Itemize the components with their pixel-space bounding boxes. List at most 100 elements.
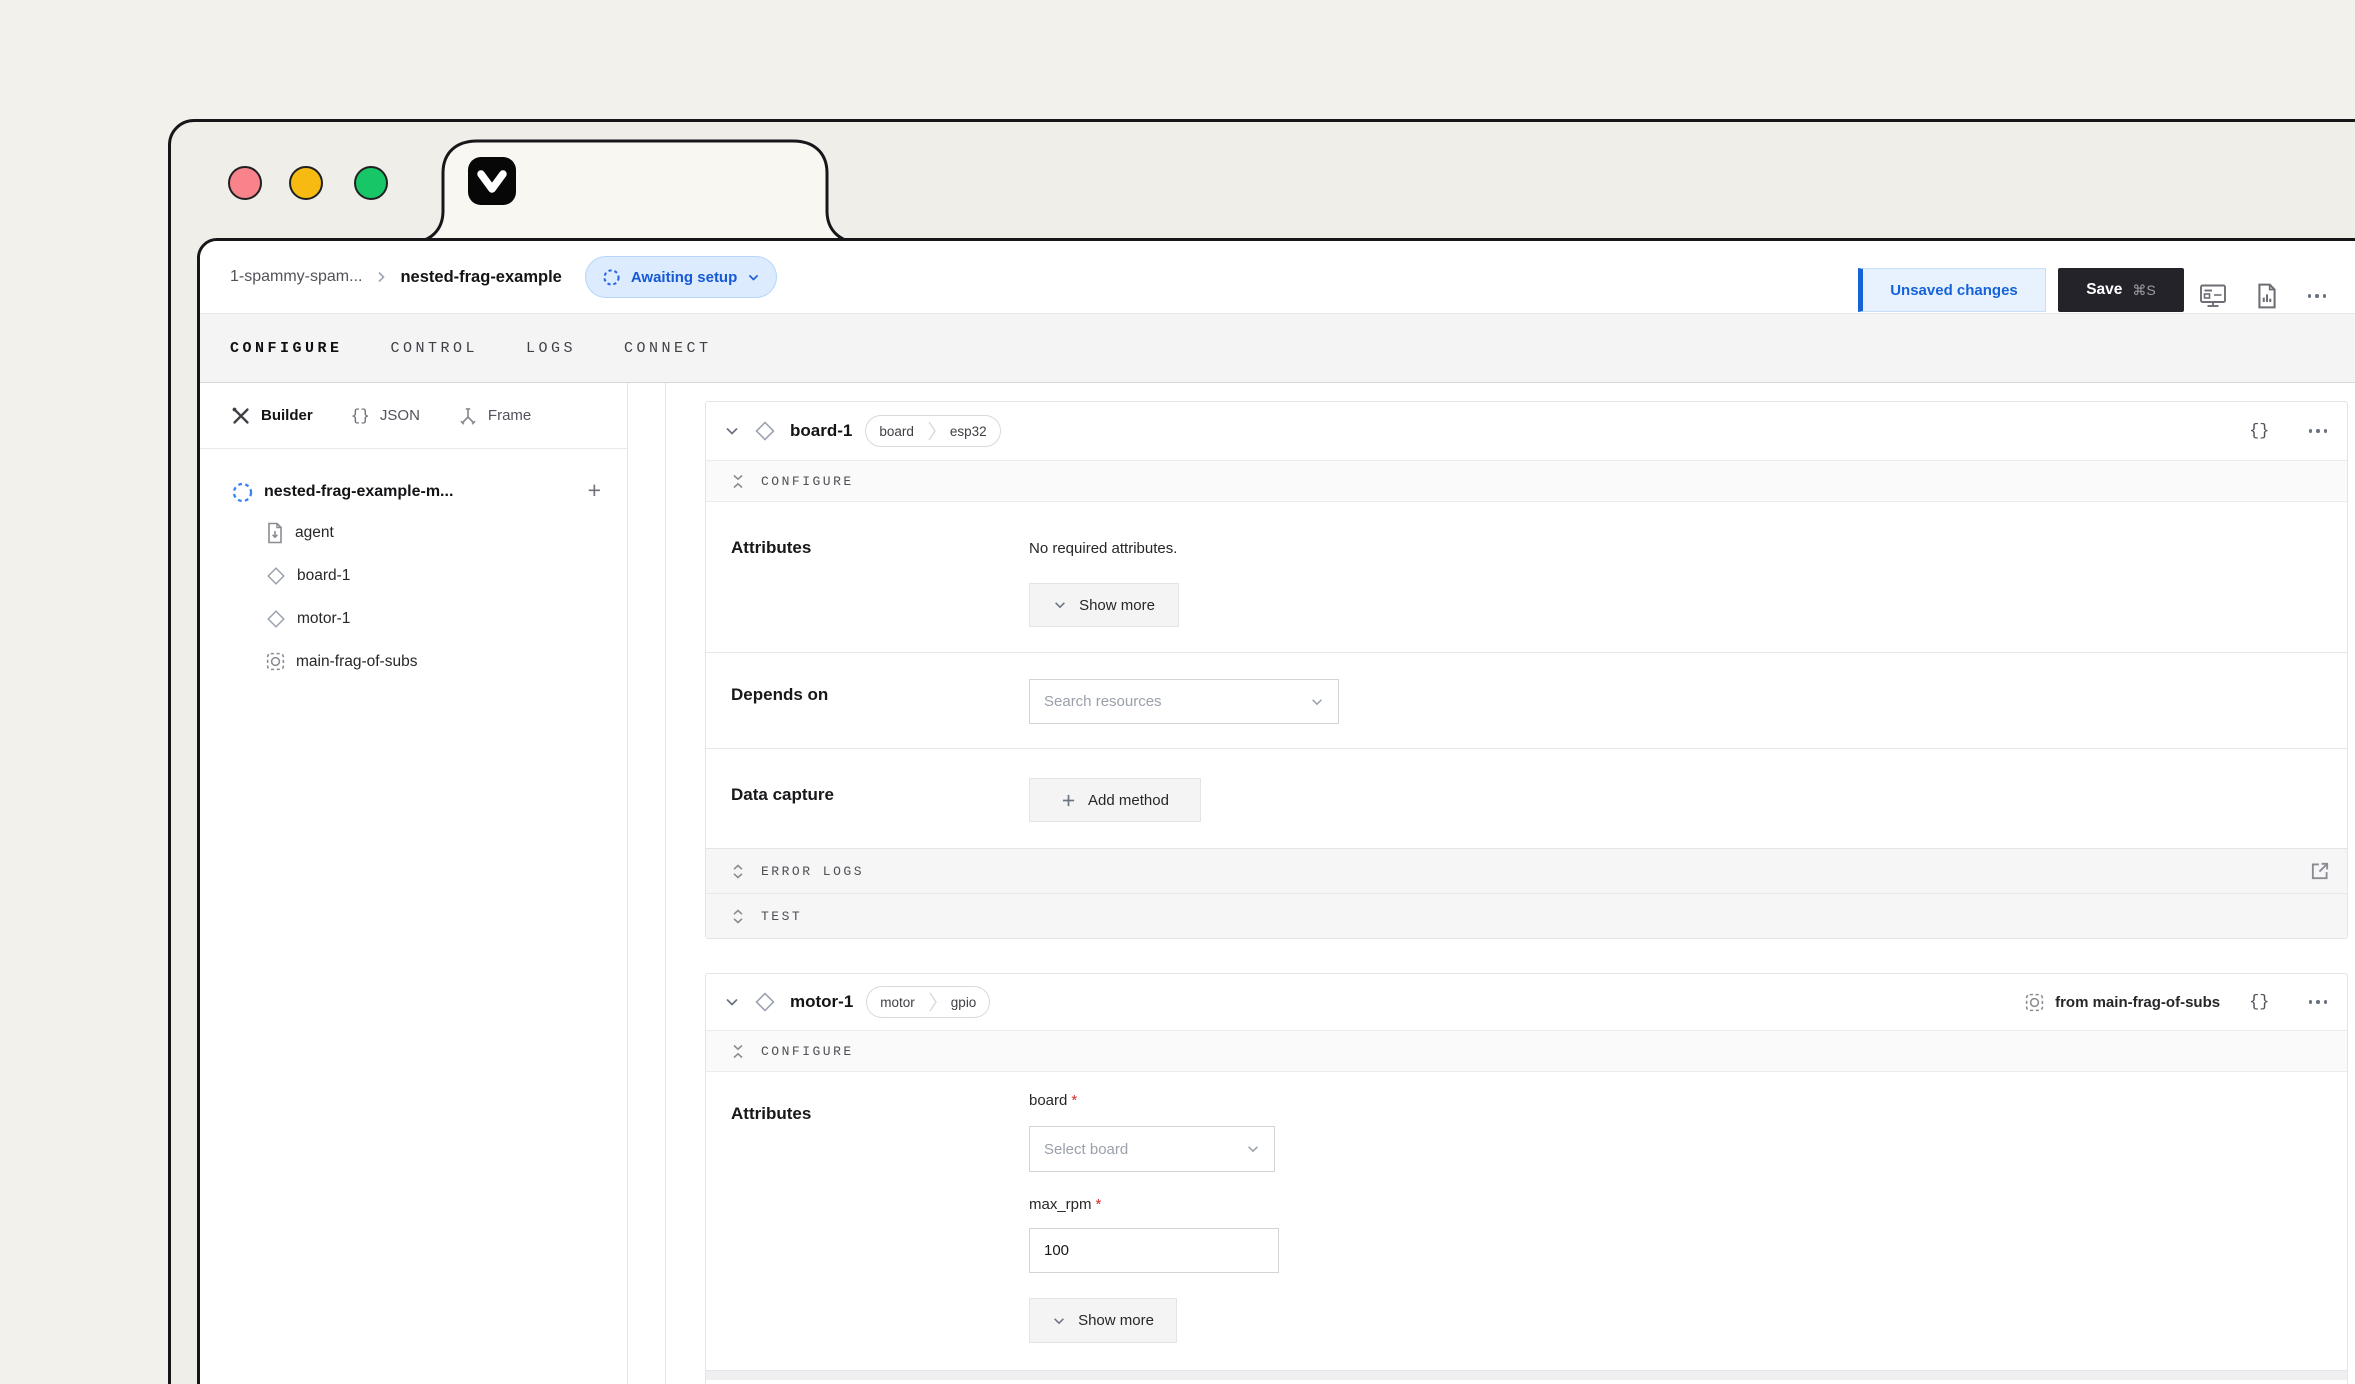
braces-icon: {} [351, 407, 370, 425]
field-label-text: max_rpm [1029, 1196, 1092, 1213]
monitor-icon [2199, 283, 2227, 309]
tree-item-label: main-frag-of-subs [296, 653, 417, 671]
motor-json-icon[interactable]: {} [2249, 993, 2269, 1012]
unfold-more-icon [731, 909, 745, 924]
error-logs-section-label: ERROR LOGS [761, 864, 864, 879]
viam-logo-icon [468, 157, 516, 205]
board-card-title: board-1 [790, 421, 852, 441]
board-show-more-button[interactable]: Show more [1029, 583, 1179, 627]
chevron-down-icon [1053, 598, 1067, 612]
max-rpm-input[interactable] [1029, 1228, 1279, 1273]
diamond-icon [265, 565, 287, 587]
collapse-chevron-icon[interactable] [724, 423, 740, 439]
diamond-icon [265, 608, 287, 630]
traffic-light-zoom[interactable] [354, 166, 388, 200]
board-configure-section-header[interactable]: CONFIGURE [706, 460, 2347, 502]
awaiting-dashed-circle-icon [602, 268, 621, 287]
chevron-down-icon [1310, 695, 1324, 709]
tab-connect[interactable]: CONNECT [624, 340, 712, 357]
motor-attributes-section: Attributes board* Select board max_rpm* [706, 1072, 2347, 1370]
resource-tree: nested-frag-example-m... + agent board-1 [200, 449, 627, 683]
board-field-label: board* [1029, 1092, 1077, 1109]
board-more-menu-icon[interactable] [2309, 429, 2328, 433]
resource-type-tag: motor [867, 995, 928, 1010]
sidebar-resize-gutter[interactable] [628, 383, 666, 1384]
view-toggle-frame[interactable]: Frame [458, 406, 531, 426]
breadcrumb-current: nested-frag-example [400, 268, 561, 287]
show-more-label: Show more [1079, 597, 1155, 614]
traffic-light-close[interactable] [228, 166, 262, 200]
pill-divider-icon [928, 991, 938, 1013]
view-toggle-label: Frame [488, 407, 531, 424]
resource-type-tag: board [866, 424, 927, 439]
chevron-down-icon [1246, 1142, 1260, 1156]
add-resource-button[interactable]: + [588, 477, 601, 504]
board-type-model-pill: board esp32 [865, 415, 1000, 447]
required-asterisk: * [1096, 1196, 1102, 1213]
required-asterisk: * [1071, 1092, 1077, 1109]
tree-item-main-frag-of-subs[interactable]: main-frag-of-subs [200, 640, 627, 683]
breadcrumb-parent[interactable]: 1-spammy-spam... [230, 268, 362, 286]
motor-card-title: motor-1 [790, 992, 853, 1012]
board-select[interactable]: Select board [1029, 1126, 1275, 1172]
pill-divider-icon [927, 420, 937, 442]
chevron-down-icon [747, 271, 760, 284]
tree-root-machine[interactable]: nested-frag-example-m... + [200, 473, 627, 511]
machine-part-name: nested-frag-example-m... [264, 483, 453, 501]
file-icon [265, 522, 285, 544]
board-depends-on-section: Depends on Search resources [706, 652, 2347, 748]
traffic-light-minimize[interactable] [289, 166, 323, 200]
view-toggle-builder[interactable]: Builder [231, 406, 313, 426]
breadcrumb-chevron-icon [375, 270, 387, 284]
machine-nav-tabs: CONFIGURE CONTROL LOGS CONNECT [200, 313, 2355, 383]
save-label: Save [2086, 281, 2122, 299]
add-method-button[interactable]: Add method [1029, 778, 1201, 822]
unfold-less-icon [731, 1044, 745, 1059]
resource-card-board-1: board-1 board esp32 {} CONFIGURE [705, 401, 2348, 939]
view-toggle-label: Builder [261, 407, 313, 424]
tab-control[interactable]: CONTROL [391, 340, 479, 357]
tree-item-label: motor-1 [297, 610, 350, 628]
resource-card-motor-1: motor-1 motor gpio from main-frag-of-sub… [705, 973, 2348, 1384]
motor-card-header: motor-1 motor gpio from main-frag-of-sub… [706, 974, 2347, 1030]
machine-more-menu-button[interactable] [2300, 279, 2334, 313]
board-test-section-header[interactable]: TEST [706, 893, 2347, 938]
external-link-icon[interactable] [2309, 860, 2331, 882]
board-error-logs-section-header[interactable]: ERROR LOGS [706, 848, 2347, 893]
fragment-icon [265, 651, 286, 672]
diamond-icon [753, 419, 777, 443]
tab-logs[interactable]: LOGS [526, 340, 576, 357]
save-button[interactable]: Save ⌘S [2058, 268, 2184, 312]
unsaved-changes-label: Unsaved changes [1890, 282, 2018, 299]
motor-next-section-partial [706, 1370, 2347, 1380]
tree-item-board-1[interactable]: board-1 [200, 554, 627, 597]
tree-item-motor-1[interactable]: motor-1 [200, 597, 627, 640]
motor-type-model-pill: motor gpio [866, 986, 990, 1018]
motor-configure-section-header[interactable]: CONFIGURE [706, 1030, 2347, 1072]
unfold-less-icon [731, 474, 745, 489]
tree-item-agent[interactable]: agent [200, 511, 627, 554]
unsaved-changes-notice[interactable]: Unsaved changes [1858, 268, 2046, 312]
ellipsis-icon [2308, 294, 2327, 298]
view-toggle-bar: Builder {} JSON Frame [200, 383, 627, 449]
tab-configure[interactable]: CONFIGURE [230, 340, 343, 357]
view-toggle-label: JSON [380, 407, 420, 424]
tree-item-label: board-1 [297, 567, 350, 585]
machine-report-button[interactable] [2250, 279, 2284, 313]
machine-monitor-button[interactable] [2196, 279, 2230, 313]
app-viewport: 1-spammy-spam... nested-frag-example Awa… [197, 238, 2355, 1384]
board-json-icon[interactable]: {} [2249, 422, 2269, 441]
depends-on-select[interactable]: Search resources [1029, 679, 1339, 724]
show-more-label: Show more [1078, 1312, 1154, 1329]
config-sidebar: Builder {} JSON Frame [200, 383, 628, 1384]
motor-show-more-button[interactable]: Show more [1029, 1298, 1177, 1343]
view-toggle-json[interactable]: {} JSON [351, 407, 420, 425]
machine-status-badge[interactable]: Awaiting setup [585, 256, 777, 298]
attributes-label: Attributes [731, 1104, 811, 1124]
status-label: Awaiting setup [631, 269, 737, 286]
resource-model-tag: gpio [938, 995, 990, 1010]
board-select-placeholder: Select board [1044, 1141, 1128, 1158]
collapse-chevron-icon[interactable] [724, 994, 740, 1010]
frame-axis-icon [458, 406, 478, 426]
motor-more-menu-icon[interactable] [2309, 1000, 2328, 1004]
